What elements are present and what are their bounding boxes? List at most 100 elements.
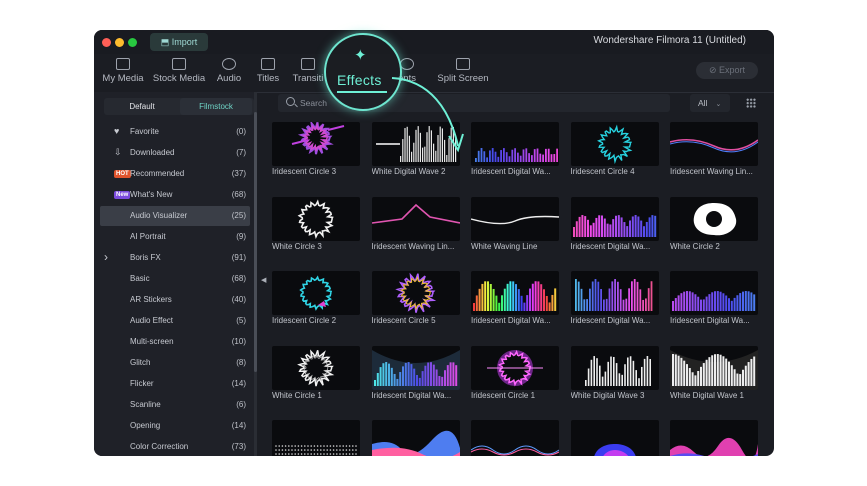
title-bar: ⬒ Import Wondershare Filmora 11 (Untitle… (94, 30, 774, 54)
text-icon (261, 58, 275, 70)
effect-thumbnail[interactable] (272, 122, 360, 166)
sidebar-item-count: (68) (231, 190, 246, 199)
effect-label: Iridescent Waving Lin... (371, 241, 455, 251)
library-switch: Default Filmstock (104, 98, 254, 115)
transition-icon (301, 58, 315, 70)
close-window-button[interactable] (102, 38, 111, 47)
effect-label: White Circle 3 (272, 241, 322, 251)
effect-thumbnail[interactable] (371, 420, 460, 456)
sidebar-item[interactable]: Glitch (8) (100, 353, 250, 373)
sidebar-item[interactable]: New What's New (68) (100, 185, 250, 205)
effect-thumbnail[interactable] (570, 420, 659, 456)
maximize-window-button[interactable] (128, 38, 137, 47)
sidebar-item-count: (8) (236, 358, 246, 367)
sidebar-item-count: (10) (231, 337, 246, 346)
cloud-icon (172, 58, 186, 70)
sidebar-item[interactable]: › Boris FX (91) (100, 248, 250, 268)
minimize-window-button[interactable] (115, 38, 124, 47)
sidebar-item[interactable]: ⇩ Downloaded (7) (100, 143, 250, 163)
effect-label: Iridescent Circle 1 (471, 390, 536, 400)
effect-thumbnail[interactable] (371, 345, 460, 390)
effect-thumbnail[interactable] (371, 196, 460, 241)
effect-thumbnail[interactable] (570, 345, 659, 390)
tab-split-screen[interactable]: Split Screen (436, 58, 490, 84)
sidebar-item-count: (73) (231, 442, 246, 451)
tab-default[interactable]: Default (106, 98, 178, 115)
chevron-right-icon: › (104, 250, 108, 264)
tab-titles[interactable]: Titles (254, 58, 282, 84)
sidebar-item[interactable]: Audio Visualizer (25) (100, 206, 250, 226)
effect-label: Iridescent Circle 2 (272, 316, 337, 325)
effect-thumbnail[interactable] (471, 122, 559, 166)
effect-label: Iridescent Circle 3 (272, 167, 337, 176)
download-icon: ⇩ (114, 147, 122, 157)
effect-thumbnail[interactable] (670, 420, 758, 456)
effect-label: Iridescent Digital Wa... (471, 316, 551, 325)
tab-my-media[interactable]: My Media (102, 58, 144, 84)
effect-thumbnail[interactable] (570, 122, 659, 166)
sidebar-item-count: (6) (236, 400, 246, 409)
effect-thumbnail[interactable] (670, 122, 758, 166)
sidebar-item[interactable]: Scanline (6) (100, 395, 250, 415)
sidebar-item-label: Color Correction (130, 442, 189, 451)
tab-effects[interactable]: Effects (337, 72, 382, 88)
effect-thumbnail[interactable] (371, 122, 460, 166)
effect-thumbnail[interactable] (670, 196, 758, 241)
tab-filmstock[interactable]: Filmstock (180, 98, 252, 115)
sidebar-item[interactable]: ♥ Favorite (0) (100, 122, 250, 142)
import-button[interactable]: ⬒ Import (150, 33, 208, 51)
effect-thumbnail[interactable] (272, 345, 360, 390)
search-placeholder: Search (300, 98, 327, 108)
grid-view-icon[interactable] (746, 98, 756, 108)
effect-label: Iridescent Circle 4 (570, 167, 635, 176)
tab-transitions[interactable]: Transiti (290, 58, 326, 84)
effect-thumbnail[interactable] (471, 196, 559, 241)
effect-thumbnail[interactable] (471, 345, 559, 390)
sidebar-item[interactable]: HOT Recommended (37) (100, 164, 250, 184)
effect-thumbnail[interactable] (272, 420, 360, 456)
sidebar-item[interactable]: Opening (14) (100, 416, 250, 436)
export-button[interactable]: ⊘ Export (696, 62, 758, 79)
sidebar-item[interactable]: Audio Effect (5) (100, 311, 250, 331)
effect-thumbnail[interactable] (670, 345, 758, 390)
folder-icon (116, 58, 130, 70)
effect-label: Iridescent Digital Wa... (371, 390, 452, 400)
effect-thumbnail[interactable] (471, 420, 559, 456)
effect-thumbnail[interactable] (670, 271, 758, 315)
effect-label: Iridescent Waving Lin... (670, 167, 753, 176)
effect-label: White Digital Wave 1 (670, 390, 744, 400)
sidebar-item-count: (91) (231, 253, 246, 262)
sidebar-item[interactable]: AI Portrait (9) (100, 227, 250, 247)
sidebar-item-label: Audio Effect (130, 316, 173, 325)
effect-thumbnail[interactable] (371, 271, 460, 315)
sidebar-item-label: AR Stickers (130, 295, 172, 304)
sidebar-item-label: Audio Visualizer (130, 211, 188, 220)
music-icon (222, 58, 236, 70)
effect-thumbnail[interactable] (272, 271, 360, 315)
effect-thumbnail[interactable] (272, 196, 360, 241)
sidebar-item[interactable]: Multi-screen (10) (100, 332, 250, 352)
sidebar-item[interactable]: Basic (68) (100, 269, 250, 289)
effect-label: Iridescent Digital Wa... (471, 167, 551, 176)
effect-thumbnail[interactable] (570, 271, 659, 315)
sidebar-item[interactable]: Color Correction (73) (100, 437, 250, 456)
effect-thumbnail[interactable] (570, 196, 659, 241)
effects-tab-underline (337, 91, 387, 93)
sparkle-icon: ✦ (354, 47, 367, 64)
filter-dropdown[interactable]: All ⌄ (690, 94, 730, 112)
window-title: Wondershare Filmora 11 (Untitled) (593, 35, 746, 46)
sidebar-item-label: Opening (130, 421, 161, 430)
tab-elements[interactable]: ents (398, 58, 434, 84)
sidebar-item-count: (25) (231, 211, 246, 220)
sidebar-item-label: AI Portrait (130, 232, 166, 241)
effect-thumbnail[interactable] (471, 271, 559, 315)
sidebar-item-label: Flicker (130, 379, 154, 388)
collapse-sidebar-icon[interactable]: ◀ (261, 276, 266, 284)
tab-stock-media[interactable]: Stock Media (150, 58, 208, 84)
sidebar-scroll-thumb[interactable] (254, 112, 257, 372)
tab-audio[interactable]: Audio (214, 58, 244, 84)
effect-label: Iridescent Digital Wa... (670, 316, 750, 325)
sidebar-item[interactable]: AR Stickers (40) (100, 290, 250, 310)
sidebar-item[interactable]: Flicker (14) (100, 374, 250, 394)
effect-label: White Waving Line (471, 241, 538, 251)
